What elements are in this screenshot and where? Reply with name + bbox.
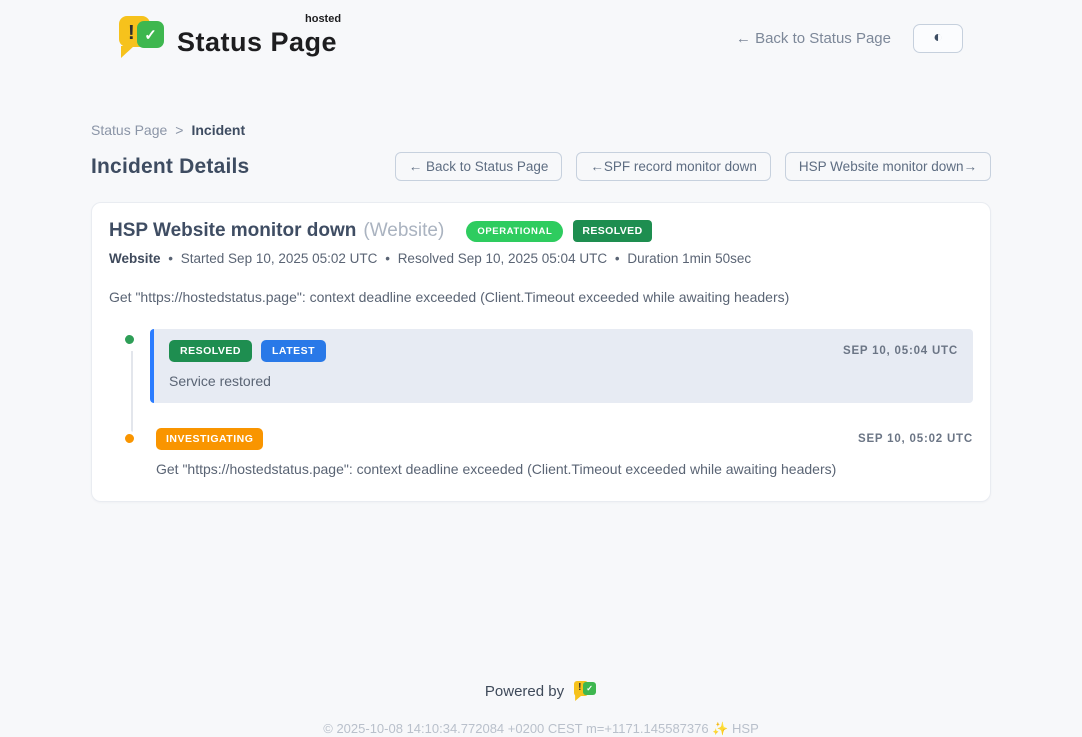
- header: ! ✓ Status Page hosted ← Back to Status …: [91, 0, 991, 60]
- meta-duration: Duration 1min 50sec: [627, 251, 751, 266]
- timeline-latest-badge: LATEST: [261, 340, 326, 362]
- timeline-timestamp: SEP 10, 05:04 UTC: [843, 345, 958, 357]
- timeline-message: Get "https://hostedstatus.page": context…: [156, 461, 973, 477]
- incident-description: Get "https://hostedstatus.page": context…: [109, 289, 973, 305]
- powered-by-label: Powered by: [485, 683, 564, 700]
- incident-meta: Website • Started Sep 10, 2025 05:02 UTC…: [109, 251, 973, 266]
- check-icon: ✓: [137, 21, 164, 48]
- incident-nav-buttons: ← Back to Status Page ←SPF record monito…: [395, 152, 991, 181]
- circle-half-icon: ◐: [933, 30, 943, 46]
- meta-resolved: Resolved Sep 10, 2025 05:04 UTC: [398, 251, 607, 266]
- incident-title: HSP Website monitor down: [109, 220, 356, 242]
- footer: Powered by ! ✓ © 2025-10-08 14:10:34.772…: [91, 680, 991, 737]
- powered-by-link[interactable]: Powered by ! ✓: [485, 680, 597, 703]
- breadcrumb-status-page[interactable]: Status Page: [91, 122, 167, 138]
- timeline-resolved-badge: RESOLVED: [169, 340, 252, 362]
- exclamation-icon: !: [578, 682, 581, 693]
- status-page-mini-logo-icon: ! ✓: [574, 680, 597, 703]
- investigating-dot-icon: [122, 431, 137, 446]
- title-row: Incident Details ← Back to Status Page ←…: [91, 152, 991, 181]
- timeline-timestamp: SEP 10, 05:02 UTC: [858, 433, 973, 445]
- check-icon: ✓: [583, 682, 596, 695]
- incident-component: (Website): [363, 220, 444, 242]
- resolved-dot-icon: [122, 332, 137, 347]
- copyright-text: © 2025-10-08 14:10:34.772084 +0200 CEST …: [91, 721, 991, 737]
- prev-incident-button[interactable]: ←SPF record monitor down: [576, 152, 771, 181]
- status-page-logo-icon: ! ✓: [119, 16, 165, 60]
- page-title: Incident Details: [91, 155, 249, 179]
- timeline-investigating-badge: INVESTIGATING: [156, 428, 263, 450]
- resolved-status-badge: RESOLVED: [573, 220, 651, 242]
- next-incident-button[interactable]: HSP Website monitor down→: [785, 152, 991, 181]
- app-logo[interactable]: ! ✓ Status Page hosted: [119, 16, 337, 60]
- operational-status-badge: OPERATIONAL: [466, 221, 563, 242]
- theme-toggle-button[interactable]: ◐: [913, 24, 963, 53]
- timeline-entry-resolved: RESOLVED LATEST SEP 10, 05:04 UTC Servic…: [109, 329, 973, 403]
- breadcrumb-incident: Incident: [191, 122, 245, 138]
- header-back-link[interactable]: ← Back to Status Page: [736, 30, 891, 47]
- timeline-entry-investigating: INVESTIGATING SEP 10, 05:02 UTC Get "htt…: [109, 428, 973, 477]
- meta-started: Started Sep 10, 2025 05:02 UTC: [181, 251, 378, 266]
- back-to-status-page-button[interactable]: ← Back to Status Page: [395, 152, 563, 181]
- breadcrumb-separator: >: [175, 122, 183, 138]
- timeline-entry-highlight-box: RESOLVED LATEST SEP 10, 05:04 UTC Servic…: [150, 329, 973, 403]
- exclamation-icon: !: [128, 22, 135, 45]
- incident-card: HSP Website monitor down (Website) OPERA…: [91, 202, 991, 502]
- logo-text: Status Page: [177, 27, 337, 57]
- meta-component: Website: [109, 251, 161, 266]
- breadcrumb: Status Page > Incident: [91, 122, 991, 138]
- incident-timeline: RESOLVED LATEST SEP 10, 05:04 UTC Servic…: [109, 329, 973, 477]
- timeline-message: Service restored: [169, 373, 958, 389]
- page-container: ! ✓ Status Page hosted ← Back to Status …: [91, 0, 991, 737]
- logo-hosted-label: hosted: [305, 13, 341, 25]
